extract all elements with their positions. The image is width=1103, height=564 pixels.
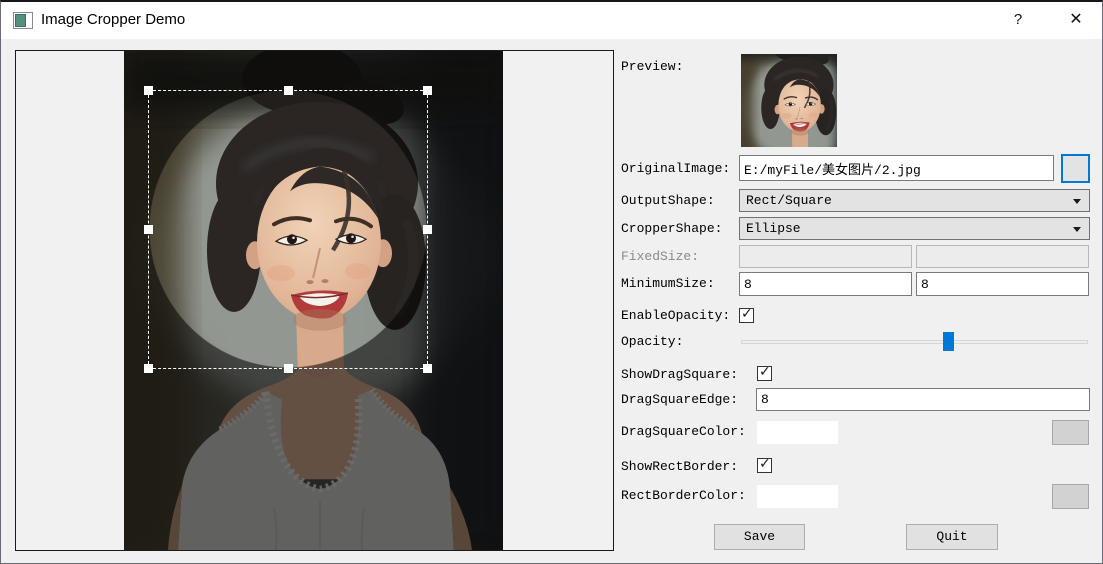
minimum-size-label: MinimumSize: [621,276,715,291]
help-button[interactable]: ? [1001,8,1035,32]
original-image-label: OriginalImage: [621,161,730,176]
window-title: Image Cropper Demo [41,11,185,28]
cropper-shape-select[interactable]: Ellipse [739,217,1090,240]
drag-handle-top-left[interactable] [144,86,153,95]
fixed-size-height-input [916,245,1089,268]
drag-handle-middle-left[interactable] [144,225,153,234]
drag-handle-top-right[interactable] [423,86,432,95]
app-icon [13,12,33,29]
app-window: Image Cropper Demo ? ✕ Preview: Original… [0,0,1103,564]
browse-button[interactable] [1061,154,1090,183]
opacity-slider-handle[interactable] [943,332,954,351]
drag-handle-top-middle[interactable] [284,86,293,95]
preview-label: Preview: [621,59,683,74]
cropper-shape-label: CropperShape: [621,221,722,236]
cropper-canvas [15,50,614,551]
original-image-input[interactable] [739,155,1054,181]
opacity-slider[interactable] [741,332,1088,351]
drag-square-color-swatch [757,421,838,444]
title-bar: Image Cropper Demo ? ✕ [1,2,1102,39]
drag-handle-bottom-left[interactable] [144,364,153,373]
quit-button[interactable]: Quit [906,524,998,550]
crop-selection[interactable] [148,90,428,369]
drag-square-color-label: DragSquareColor: [621,424,746,439]
minimum-size-height-input[interactable] [916,272,1089,296]
output-shape-value: Rect/Square [746,193,832,208]
show-drag-square-label: ShowDragSquare: [621,367,738,382]
chevron-down-icon [1073,199,1081,204]
show-rect-border-label: ShowRectBorder: [621,459,738,474]
enable-opacity-label: EnableOpacity: [621,308,730,323]
show-rect-border-checkbox[interactable] [757,458,772,473]
save-button[interactable]: Save [714,524,805,550]
close-button[interactable]: ✕ [1057,8,1095,32]
drag-square-edge-label: DragSquareEdge: [621,392,738,407]
drag-handle-bottom-right[interactable] [423,364,432,373]
chevron-down-icon [1073,227,1081,232]
fixed-size-width-input [739,245,912,268]
fixed-size-label: FixedSize: [621,249,699,264]
output-shape-select[interactable]: Rect/Square [739,189,1090,212]
drag-square-edge-input[interactable] [756,388,1090,411]
drag-handle-bottom-middle[interactable] [284,364,293,373]
rect-border-color-swatch [757,485,838,508]
source-image [124,51,503,550]
cropper-shape-value: Ellipse [746,221,801,236]
opacity-slider-track[interactable] [741,340,1088,344]
rect-border-color-label: RectBorderColor: [621,488,746,503]
minimum-size-width-input[interactable] [739,272,912,296]
show-drag-square-checkbox[interactable] [757,366,772,381]
preview-thumbnail [741,54,837,147]
enable-opacity-checkbox[interactable] [739,308,754,323]
drag-handle-middle-right[interactable] [423,225,432,234]
rect-border-color-picker-button[interactable] [1052,484,1089,509]
output-shape-label: OutputShape: [621,193,715,208]
opacity-label: Opacity: [621,334,683,349]
drag-square-color-picker-button[interactable] [1052,420,1089,445]
